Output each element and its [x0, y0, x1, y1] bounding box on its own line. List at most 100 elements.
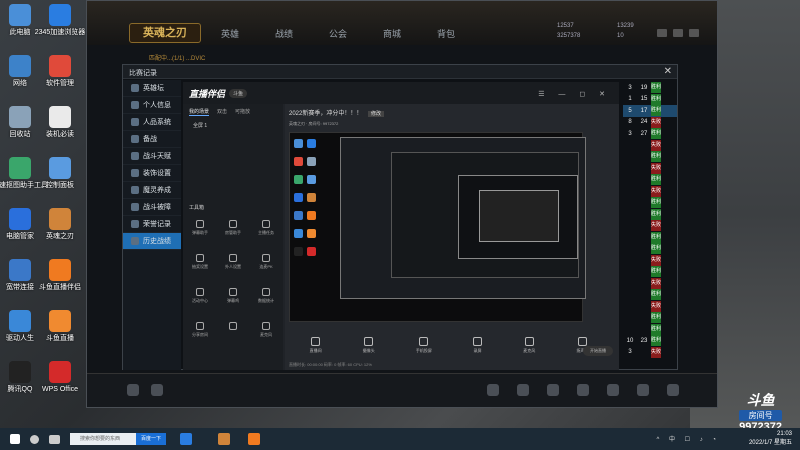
result-row[interactable]: 胜利	[623, 208, 677, 221]
nav-records[interactable]: 战绩	[275, 27, 293, 40]
desktop-icon[interactable]: 2345加速浏览器	[28, 4, 92, 50]
stream-window-controls[interactable]: ☰ — ◻ ✕	[538, 90, 611, 98]
share-icon[interactable]	[151, 384, 163, 396]
result-row[interactable]: 3 失败	[623, 346, 677, 359]
result-row[interactable]: 胜利	[623, 151, 677, 163]
result-row[interactable]: 胜利	[623, 323, 677, 336]
friends-icon[interactable]	[577, 384, 589, 396]
result-row[interactable]: 胜利	[623, 266, 677, 278]
stream-platform-tag[interactable]: 斗鱼	[229, 88, 248, 98]
tool-button[interactable]: 数据统计	[255, 288, 277, 304]
tool-button[interactable]: 抽奖设置	[189, 254, 211, 270]
tool-button[interactable]: 连麦PK	[255, 254, 277, 270]
minimize-icon[interactable]	[673, 29, 683, 37]
result-row[interactable]: 失败	[623, 254, 677, 267]
tool-button[interactable]: 主播任务	[255, 220, 277, 236]
nav-bag[interactable]: 背包	[437, 27, 455, 40]
result-row[interactable]: 胜利	[623, 231, 677, 244]
sidebar-item[interactable]: 战斗天赋	[123, 148, 181, 165]
tab-my-scenes[interactable]: 我的场景	[189, 108, 210, 116]
close-icon[interactable]	[689, 29, 699, 37]
sidebar-item-label: 历史战绩	[143, 237, 171, 245]
sidebar-item[interactable]: 荣誉记录	[123, 216, 181, 233]
desktop-icon[interactable]: 软件管理	[28, 55, 92, 101]
go-live-button[interactable]: 开始直播	[583, 346, 613, 356]
desktop-icon[interactable]: 斗鱼直播伴侣	[28, 259, 92, 305]
stream-control-button[interactable]: 直播间	[310, 336, 322, 354]
stream-control-button[interactable]: 麦克风	[523, 336, 535, 354]
result-row[interactable]: 3 27 胜利	[623, 128, 677, 140]
system-tray[interactable]: ^ 中 ☐ ♪ ◔	[657, 434, 721, 443]
start-icon[interactable]	[10, 434, 20, 444]
rank-icon[interactable]	[637, 384, 649, 396]
team-icon[interactable]	[607, 384, 619, 396]
result-row[interactable]: 胜利	[623, 174, 677, 186]
clock[interactable]: 21:03 2022/1/7 星期五	[749, 430, 792, 448]
settings-icon[interactable]	[657, 29, 667, 37]
stream-control-button[interactable]: 摄像头	[363, 336, 375, 354]
result-row[interactable]: 1 15 胜利	[623, 93, 677, 106]
dialog-close-icon[interactable]: ✕	[664, 66, 672, 77]
edit-title-button[interactable]: 修改	[368, 111, 385, 117]
tool-button[interactable]	[222, 322, 244, 338]
tool-icon	[262, 288, 270, 296]
stream-control-button[interactable]: 录屏	[473, 336, 483, 354]
result-row[interactable]: 失败	[623, 185, 677, 198]
douyu-taskbar-icon[interactable]	[248, 433, 260, 445]
sidebar-item[interactable]: 备战	[123, 131, 181, 148]
sidebar-item[interactable]: 历史战绩	[123, 233, 181, 250]
tool-button[interactable]: 活动中心	[189, 288, 211, 304]
desktop-icon[interactable]: WPS Office	[28, 361, 92, 407]
desktop-icon[interactable]: 装机必读	[28, 106, 92, 152]
taskbar-search-input[interactable]: 搜索你想要的东西	[70, 433, 136, 445]
tab-double[interactable]: 双击	[217, 108, 227, 116]
tool-button[interactable]: 分享房间	[189, 322, 211, 338]
tab-drag[interactable]: 可拖放	[235, 108, 250, 116]
sidebar-item[interactable]: 英雄坛	[123, 80, 181, 97]
result-row[interactable]: 失败	[623, 220, 677, 232]
browser-icon[interactable]	[180, 433, 192, 445]
tool-label: 房管助手	[225, 230, 241, 235]
game-taskbar-icon[interactable]	[218, 433, 230, 445]
desktop-icon[interactable]: 英魂之刃	[28, 208, 92, 254]
nav-heroes[interactable]: 英雄	[221, 27, 239, 40]
result-row[interactable]: 失败	[623, 300, 677, 313]
sidebar-item[interactable]: 个人信息	[123, 97, 181, 114]
result-row[interactable]: 失败	[623, 139, 677, 152]
result-row[interactable]: 胜利	[623, 289, 677, 301]
sidebar-item[interactable]: 魔灵养成	[123, 182, 181, 199]
result-row[interactable]: 胜利	[623, 243, 677, 255]
stream-control-button[interactable]: 手机投屏	[416, 336, 432, 354]
scene-item[interactable]: 全屏 1	[183, 120, 283, 131]
result-row[interactable]: 胜利	[623, 312, 677, 324]
chat-icon[interactable]	[667, 384, 679, 396]
result-row[interactable]: 5 17 胜利	[623, 105, 677, 117]
result-row[interactable]: 失败	[623, 277, 677, 290]
desktop-icon[interactable]: 斗鱼直播	[28, 310, 92, 356]
tool-icon	[196, 220, 204, 228]
nav-shop[interactable]: 商城	[383, 27, 401, 40]
tool-button[interactable]: 麦克风	[255, 322, 277, 338]
nav-guild[interactable]: 公会	[329, 27, 347, 40]
wifi-icon[interactable]	[487, 384, 499, 396]
result-row[interactable]: 10 23 胜利	[623, 335, 677, 347]
result-row[interactable]: 失败	[623, 162, 677, 175]
tool-button[interactable]: 弹幕鸡	[222, 288, 244, 304]
tool-button[interactable]: 外人设置	[222, 254, 244, 270]
result-row[interactable]: 胜利	[623, 197, 677, 209]
sidebar-item[interactable]: 人品系统	[123, 114, 181, 131]
alert-icon[interactable]	[127, 384, 139, 396]
bag-icon[interactable]	[547, 384, 559, 396]
tool-button[interactable]: 房管助手	[222, 220, 244, 236]
desktop-icon-label: WPS Office	[41, 386, 79, 393]
desktop-icon[interactable]: 控制面板	[28, 157, 92, 203]
result-row[interactable]: 3 19 胜利	[623, 82, 677, 94]
search-icon[interactable]	[30, 434, 39, 444]
result-row[interactable]: 8 24 失败	[623, 116, 677, 129]
task-view-icon[interactable]	[49, 434, 60, 444]
taskbar-search-button[interactable]: 百度一下	[136, 433, 166, 445]
tool-button[interactable]: 弹幕助手	[189, 220, 211, 236]
mail-icon[interactable]	[517, 384, 529, 396]
sidebar-item[interactable]: 战斗被障	[123, 199, 181, 216]
sidebar-item[interactable]: 装饰设置	[123, 165, 181, 182]
